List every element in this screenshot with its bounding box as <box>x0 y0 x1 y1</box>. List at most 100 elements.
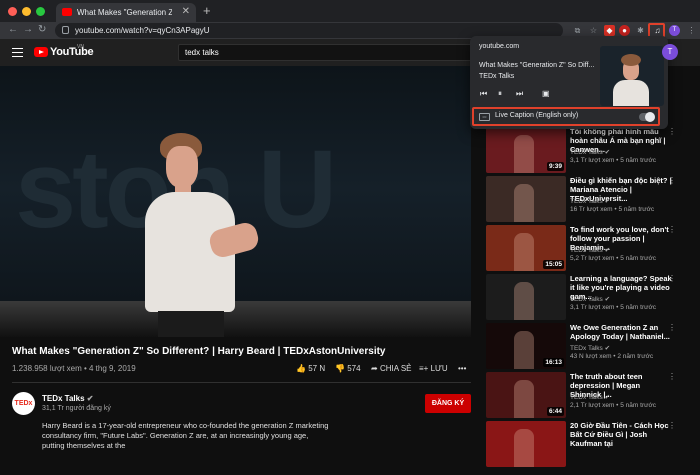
live-caption-toggle[interactable] <box>639 112 655 122</box>
youtube-wordmark[interactable]: YouTube <box>50 46 94 58</box>
extension-record-icon[interactable]: ● <box>619 25 630 36</box>
recommendation-views: 3,1 Tr lượt xem • 5 năm trước <box>570 304 656 311</box>
extensions-puzzle-icon[interactable]: ✱ <box>635 25 646 36</box>
verified-icon: ✔ <box>86 394 94 403</box>
like-button[interactable]: 👍 57 N <box>296 364 325 373</box>
verified-icon: ✔ <box>604 149 611 156</box>
recommendation-title[interactable]: 20 Giờ Đầu Tiên - Cách Học Bất Cứ Điều G… <box>570 421 672 448</box>
recommendation-item[interactable]: 20 Giờ Đầu Tiên - Cách Học Bất Cứ Điều G… <box>486 421 676 475</box>
window-zoom-icon[interactable] <box>36 7 45 16</box>
save-label: LƯU <box>430 364 448 373</box>
verified-icon: ✔ <box>604 296 611 303</box>
window-close-icon[interactable] <box>8 7 17 16</box>
recommendation-item[interactable]: Learning a language? Speak it like you'r… <box>486 274 676 328</box>
verified-icon: ✔ <box>604 198 611 205</box>
share-icon: ➦ <box>371 364 378 373</box>
url-text: youtube.com/watch?v=qyCn3APagyU <box>75 26 210 35</box>
video-title: What Makes "Generation Z" So Different? … <box>12 346 386 357</box>
recommendation-thumbnail[interactable] <box>486 274 566 320</box>
recommendation-views: 3,1 Tr lượt xem • 5 năm trước <box>570 157 656 164</box>
recommendation-thumbnail[interactable]: 6:44 <box>486 372 566 418</box>
recommendation-menu-icon[interactable]: ⋮ <box>668 225 676 234</box>
recommendation-views: 2,1 Tr lượt xem • 5 năm trước <box>570 402 656 409</box>
subscribe-button[interactable]: ĐĂNG KÝ <box>425 394 471 413</box>
recommendation-item[interactable]: 16:13 We Owe Generation Z an Apology Toda… <box>486 323 676 377</box>
playlist-add-icon: ≡+ <box>419 364 429 373</box>
dislike-button[interactable]: 👎 574 <box>335 364 361 373</box>
video-duration: 16:13 <box>543 358 564 367</box>
bookmark-star-icon[interactable]: ☆ <box>588 25 599 36</box>
verified-icon: ✔ <box>604 345 611 352</box>
recommendation-menu-icon[interactable]: ⋮ <box>668 274 676 283</box>
recommendation-thumbnail[interactable] <box>486 421 566 467</box>
recommendation-channel[interactable]: TEDx Talks ✔ <box>570 295 610 303</box>
recommendation-thumbnail[interactable]: 16:13 <box>486 323 566 369</box>
recommendation-title[interactable]: We Owe Generation Z an Apology Today | N… <box>570 323 672 341</box>
recommendation-menu-icon[interactable]: ⋮ <box>668 176 676 185</box>
recommendation-channel[interactable]: TEDx Talks ✔ <box>570 197 610 205</box>
youtube-logo-icon[interactable] <box>34 47 48 57</box>
media-channel: TEDx Talks <box>479 73 515 80</box>
more-actions-icon[interactable]: ••• <box>458 364 466 373</box>
tab-close-icon[interactable]: ✕ <box>182 6 190 17</box>
recommendation-channel[interactable]: TEDx Talks ✔ <box>570 393 610 401</box>
channel-avatar[interactable]: TEDx <box>12 392 35 415</box>
divider <box>12 382 471 383</box>
lock-icon <box>62 26 69 34</box>
window-minimize-icon[interactable] <box>22 7 31 16</box>
open-in-app-icon[interactable]: ⧉ <box>572 25 583 36</box>
picture-in-picture-icon[interactable]: ▣ <box>542 89 550 98</box>
youtube-favicon-icon <box>62 8 72 16</box>
pause-icon[interactable]: ⏸ <box>498 89 502 99</box>
search-input[interactable]: tedx talks <box>178 44 471 61</box>
live-caption-label: Live Caption (English only) <box>495 112 579 119</box>
recommendation-item[interactable]: 6:44 The truth about teen depression | Me… <box>486 372 676 426</box>
recommendation-menu-icon[interactable]: ⋮ <box>668 372 676 381</box>
video-player[interactable]: ston U <box>0 66 471 337</box>
recommendation-channel[interactable]: TEDx Talks ✔ <box>570 148 610 156</box>
recommendation-thumbnail[interactable]: 9:39 <box>486 127 566 173</box>
chrome-menu-icon[interactable]: ⋮ <box>686 25 697 36</box>
share-button[interactable]: ➦ CHIA SẺ <box>371 364 412 373</box>
dislike-count: 574 <box>347 364 361 373</box>
recommendation-item[interactable]: 15:05 To find work you love, don't follow… <box>486 225 676 279</box>
browser-tab-bar: What Makes "Generation Z" ✕ + <box>0 0 700 22</box>
video-description: Harry Beard is a 17-year-old entrepreneu… <box>42 421 329 450</box>
media-title: What Makes "Generation Z" So Diff... <box>479 62 595 69</box>
new-tab-button[interactable]: + <box>203 3 211 18</box>
video-duration: 6:44 <box>546 407 564 416</box>
recommendation-views: 5,2 Tr lượt xem • 5 năm trước <box>570 255 656 262</box>
back-icon[interactable]: ← <box>8 24 18 35</box>
save-button[interactable]: ≡+ LƯU <box>419 364 448 373</box>
recommendation-menu-icon[interactable]: ⋮ <box>668 421 676 430</box>
recommendation-menu-icon[interactable]: ⋮ <box>668 323 676 332</box>
recommendation-channel[interactable]: TEDx Talks ✔ <box>570 246 610 254</box>
channel-name[interactable]: TEDx Talks ✔ <box>42 394 93 403</box>
video-stage <box>0 301 471 337</box>
previous-track-icon[interactable]: ⏮ <box>480 89 487 99</box>
recommendation-thumbnail[interactable]: 15:05 <box>486 225 566 271</box>
browser-tab[interactable]: What Makes "Generation Z" ✕ <box>56 3 196 22</box>
share-label: CHIA SẺ <box>379 364 412 373</box>
recommendation-menu-icon[interactable]: ⋮ <box>668 127 676 136</box>
speaker-pants <box>158 311 224 337</box>
forward-icon[interactable]: → <box>23 24 33 35</box>
recommendation-thumbnail[interactable] <box>486 176 566 222</box>
next-track-icon[interactable]: ⏭ <box>516 89 523 99</box>
video-duration: 9:39 <box>546 162 564 171</box>
reload-icon[interactable]: ↻ <box>38 24 46 35</box>
recommendation-item[interactable]: Điều gì khiến bạn độc biệt? | Mariana At… <box>486 176 676 230</box>
media-domain: youtube.com <box>479 43 520 50</box>
recommendation-item[interactable]: 9:39 Tôi không phải hình mẫu hoàn châu Á … <box>486 127 676 181</box>
youtube-account-avatar[interactable]: T <box>662 44 678 60</box>
video-duration: 15:05 <box>543 260 564 269</box>
recommendation-channel[interactable]: TEDx Talks ✔ <box>570 344 610 352</box>
profile-avatar[interactable]: T <box>669 25 680 36</box>
subscriber-count: 31,1 Tr người đăng ký <box>42 405 111 412</box>
extension-red-icon[interactable]: ◆ <box>604 25 615 36</box>
live-caption-row[interactable]: cc Live Caption (English only) <box>472 107 660 126</box>
thumb-up-icon: 👍 <box>296 364 306 373</box>
thumb-down-icon: 👎 <box>335 364 345 373</box>
hamburger-menu-icon[interactable] <box>12 48 23 57</box>
video-views-date: 1.238.958 lượt xem • 4 thg 9, 2019 <box>12 364 136 373</box>
